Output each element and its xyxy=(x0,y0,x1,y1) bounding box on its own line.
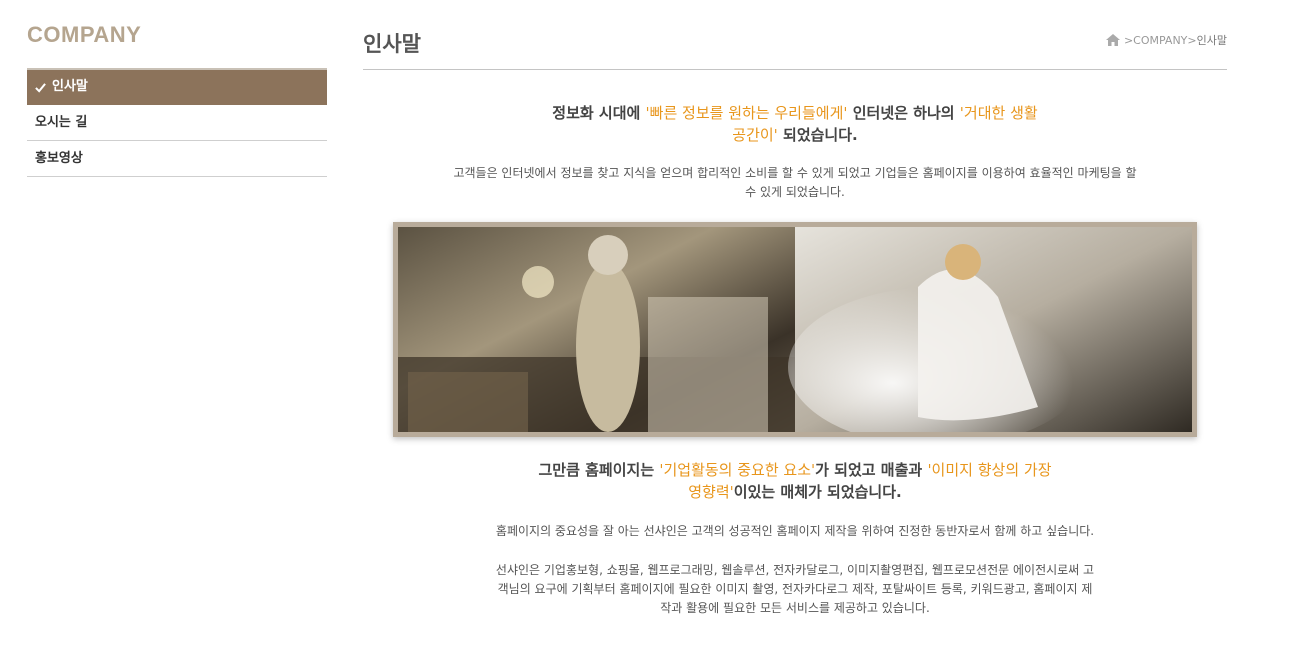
partner-paragraph: 홈페이지의 중요성을 잘 아는 선샤인은 고객의 성공적인 홈페이지 제작을 위… xyxy=(495,524,1095,538)
sidebar-title: COMPANY xyxy=(27,22,142,47)
sidebar-item-promo-video[interactable]: 홍보영상 xyxy=(27,141,327,177)
headline-text: 가 되었고 매출과 xyxy=(815,461,928,479)
headline-highlight: '빠른 정보를 원하는 우리들에게' xyxy=(645,104,848,122)
sidebar-item-greeting[interactable]: 인사말 xyxy=(27,70,327,105)
sidebar-item-label: 인사말 xyxy=(52,79,88,94)
main-content: 인사말 > COMPANY > 인사말 정보화 시대에 '빠른 정보를 원하는 … xyxy=(363,22,1227,615)
sidebar-item-directions[interactable]: 오시는 길 xyxy=(27,105,327,141)
page-title: 인사말 xyxy=(363,32,421,56)
page-header: 인사말 > COMPANY > 인사말 xyxy=(363,22,1227,70)
home-icon[interactable] xyxy=(1105,34,1120,46)
headline-text: 되었습니다. xyxy=(777,126,858,144)
fashion-photo-banner xyxy=(393,222,1197,437)
headline-2: 그만큼 홈페이지는 '기업활동의 중요한 요소'가 되었고 매출과 '이미지 향… xyxy=(363,459,1227,503)
intro-paragraph: 고객들은 인터넷에서 정보를 찾고 지식을 얻으며 합리적인 소비를 할 수 있… xyxy=(453,166,1137,199)
breadcrumb-company[interactable]: COMPANY xyxy=(1133,34,1187,47)
headline-text: 그만큼 홈페이지는 xyxy=(538,461,660,479)
breadcrumb-separator: > xyxy=(1123,33,1134,47)
breadcrumb: > COMPANY > 인사말 xyxy=(1105,32,1227,48)
headline-text: 인터넷은 하나의 xyxy=(847,104,960,122)
sidebar-item-label: 오시는 길 xyxy=(35,114,88,130)
sidebar-item-label: 홍보영상 xyxy=(35,150,83,166)
check-icon xyxy=(35,82,46,93)
sidebar-menu: 인사말 오시는 길 홍보영상 xyxy=(27,68,327,177)
services-paragraph: 선샤인은 기업홍보형, 쇼핑몰, 웹프로그래밍, 웹솔루션, 전자카달로그, 이… xyxy=(495,563,1095,615)
breadcrumb-separator: > xyxy=(1187,33,1197,47)
banner-image xyxy=(398,227,1192,432)
headline-highlight: '기업활동의 중요한 요소' xyxy=(659,461,816,479)
headline-text: 이있는 매체가 되었습니다. xyxy=(733,483,902,501)
sidebar: COMPANY 인사말 오시는 길 홍보영상 xyxy=(27,22,327,177)
headline-text: 정보화 시대에 xyxy=(552,104,646,122)
breadcrumb-current: 인사말 xyxy=(1196,34,1227,47)
headline-1: 정보화 시대에 '빠른 정보를 원하는 우리들에게' 인터넷은 하나의 '거대한… xyxy=(363,102,1227,146)
